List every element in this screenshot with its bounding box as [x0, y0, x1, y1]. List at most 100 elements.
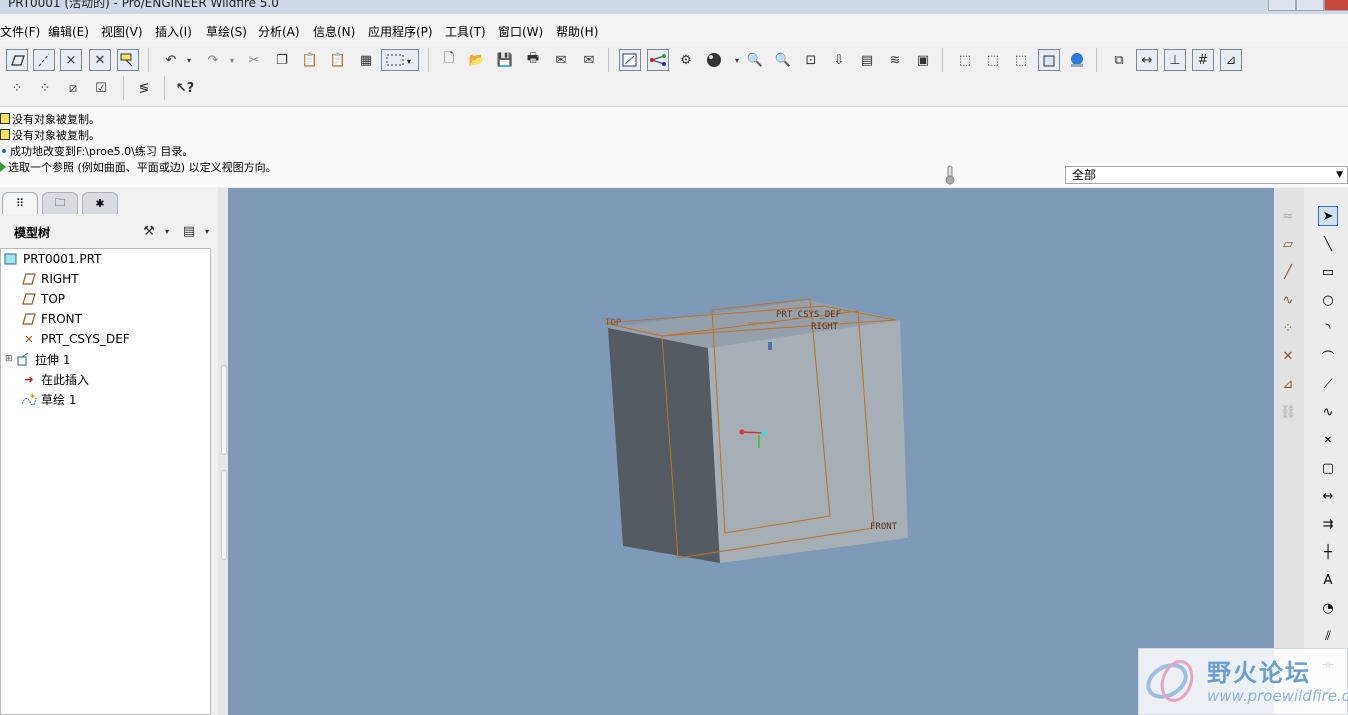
select-type-3-icon[interactable]: ⧄ — [62, 77, 84, 99]
tree-settings-dropdown-icon[interactable]: ▾ — [156, 220, 178, 242]
dimension-display-icon[interactable]: ↔ — [1136, 49, 1158, 71]
menu-applications[interactable]: 应用程序(P) — [368, 23, 433, 40]
spin-center-icon[interactable] — [647, 49, 669, 71]
menu-info[interactable]: 信息(N) — [313, 23, 355, 40]
tree-item-part[interactable]: PRT0001.PRT — [3, 250, 101, 268]
chamfer-tool-icon[interactable]: ⟋ — [1318, 374, 1338, 394]
select-pointer-icon[interactable]: ➤ — [1318, 206, 1338, 226]
analysis-tool-icon[interactable]: ≶ — [133, 77, 155, 99]
minimize-button[interactable] — [1268, 0, 1296, 11]
menu-view[interactable]: 视图(V) — [101, 23, 143, 40]
point-tool-icon[interactable]: ✕ — [1318, 430, 1338, 450]
analysis-feature-icon[interactable]: ⊿ — [1278, 374, 1298, 394]
menu-window[interactable]: 窗口(W) — [498, 23, 543, 40]
orient-mode-icon[interactable]: ⚙ — [675, 49, 697, 71]
reorient-icon[interactable]: ⇩ — [828, 49, 850, 71]
no-hidden-icon[interactable]: ⬚ — [1010, 49, 1032, 71]
context-help-icon[interactable]: ↖? — [174, 77, 196, 99]
splitter-grip[interactable] — [221, 470, 227, 560]
open-file-icon[interactable]: 📂 — [466, 49, 488, 71]
constraint-tool-icon[interactable]: ┼ — [1318, 542, 1338, 562]
annotation-display-icon[interactable] — [117, 49, 139, 71]
link-icon[interactable]: ⛓ — [1278, 402, 1298, 422]
saved-views-icon[interactable]: ▤ — [856, 49, 878, 71]
regenerate-icon[interactable]: ▦ — [355, 49, 377, 71]
menu-edit[interactable]: 编辑(E) — [48, 23, 89, 40]
line-tool-icon[interactable]: ╲ — [1318, 234, 1338, 254]
hidden-line-icon[interactable]: ⬚ — [982, 49, 1004, 71]
menu-insert[interactable]: 插入(I) — [155, 23, 192, 40]
arc-tool-icon[interactable]: ◝ — [1318, 318, 1338, 338]
select-type-2-icon[interactable]: ⁘ — [34, 77, 56, 99]
vertex-display-icon[interactable]: ⊿ — [1220, 49, 1242, 71]
rectangle-tool-icon[interactable]: ▭ — [1318, 262, 1338, 282]
shading-icon[interactable] — [1038, 49, 1060, 71]
tab-favorites[interactable]: ✱ — [82, 192, 118, 214]
select-type-1-icon[interactable]: ⁘ — [6, 77, 28, 99]
menu-analysis[interactable]: 分析(A) — [258, 23, 300, 40]
maximize-button[interactable] — [1296, 0, 1324, 11]
flyout-arrow-icon[interactable]: ▸ — [1340, 318, 1348, 338]
tree-item-extrude[interactable]: ⊞ 拉伸 1 — [5, 350, 70, 368]
menu-tools[interactable]: 工具(T) — [445, 23, 486, 40]
enhanced-realism-icon[interactable] — [1066, 49, 1088, 71]
palette-tool-icon[interactable]: ◔ — [1318, 598, 1338, 618]
datum-axis-display-icon[interactable] — [33, 49, 55, 71]
tree-item-csys[interactable]: ✕ PRT_CSYS_DEF — [21, 330, 129, 348]
view-manager-icon[interactable]: ▣ — [912, 49, 934, 71]
cut-icon[interactable]: ✂ — [243, 49, 265, 71]
datum-curve-display-icon[interactable]: ≈ — [1278, 206, 1298, 226]
datum-point-display-icon[interactable]: × — [60, 49, 82, 71]
refit-icon[interactable]: ⊡ — [800, 49, 822, 71]
undo-dropdown-icon[interactable]: ▾ — [178, 49, 200, 71]
selection-box-icon[interactable]: ▾ — [381, 49, 419, 71]
paste-icon[interactable]: 📋 — [299, 49, 321, 71]
dimension-tool-icon[interactable]: ↔ — [1318, 486, 1338, 506]
tree-item-sketch[interactable]: ✱ 草绘 1 — [21, 390, 76, 408]
circle-tool-icon[interactable]: ○ — [1318, 290, 1338, 310]
tab-model-tree[interactable]: ⠿ — [2, 192, 38, 214]
new-file-icon[interactable]: 🗋 — [438, 49, 460, 71]
zoom-in-icon[interactable]: 🔍 — [744, 49, 766, 71]
sketch-view-icon[interactable]: ⧉ — [1108, 49, 1130, 71]
graphics-window[interactable]: TOP PRT_CSYS_DEF RIGHT FRONT — [228, 188, 1274, 715]
menu-help[interactable]: 帮助(H) — [556, 23, 598, 40]
menu-file[interactable]: 文件(F) — [0, 23, 40, 40]
copy-icon[interactable]: ❐ — [271, 49, 293, 71]
menu-sketch[interactable]: 草绘(S) — [206, 23, 247, 40]
appearance-icon[interactable] — [703, 49, 725, 71]
datum-plane-tool-icon[interactable]: ▱ — [1278, 234, 1298, 254]
spline-tool-icon[interactable]: ∿ — [1318, 402, 1338, 422]
datum-curve-tool-icon[interactable]: ∿ — [1278, 290, 1298, 310]
close-button[interactable] — [1324, 0, 1348, 11]
select-type-4-icon[interactable]: ☑ — [90, 77, 112, 99]
repaint-icon[interactable] — [619, 49, 641, 71]
datum-plane-display-icon[interactable] — [6, 49, 28, 71]
selection-filter-select[interactable]: 全部 ▼ — [1065, 166, 1348, 184]
tab-folder-browser[interactable]: 🗀 — [42, 192, 78, 214]
paste-special-icon[interactable]: 📋 — [327, 49, 349, 71]
constraint-display-icon[interactable]: ⊥ — [1164, 49, 1186, 71]
trim-tool-icon[interactable]: ⫽ — [1318, 626, 1338, 646]
text-tool-icon[interactable]: A — [1318, 570, 1338, 590]
email-icon[interactable]: ✉ — [550, 49, 572, 71]
csys-tool-icon[interactable]: ✕ — [1278, 346, 1298, 366]
offset-tool-icon[interactable]: ▢ — [1318, 458, 1338, 478]
show-menu-dropdown-icon[interactable]: ▾ — [196, 220, 218, 242]
email-link-icon[interactable]: ✉ — [578, 49, 600, 71]
zoom-out-icon[interactable]: 🔍 — [772, 49, 794, 71]
expand-icon[interactable]: ⊞ — [5, 354, 15, 364]
layers-icon[interactable]: ≋ — [884, 49, 906, 71]
splitter-grip[interactable] — [221, 365, 227, 455]
grid-display-icon[interactable]: # — [1192, 49, 1214, 71]
print-icon[interactable]: 🖶 — [522, 49, 544, 71]
fillet-tool-icon[interactable]: ⌒ — [1318, 346, 1338, 366]
datum-axis-tool-icon[interactable]: ╱ — [1278, 262, 1298, 282]
csys-display-icon[interactable]: ✕ — [89, 49, 111, 71]
modify-tool-icon[interactable]: ⇉ — [1318, 514, 1338, 534]
tree-item-front[interactable]: FRONT — [21, 310, 82, 328]
tree-item-insert-here[interactable]: ➜ 在此插入 — [21, 370, 89, 388]
tree-item-right[interactable]: RIGHT — [21, 270, 79, 288]
tree-item-top[interactable]: TOP — [21, 290, 65, 308]
redo-dropdown-icon[interactable]: ▾ — [221, 49, 243, 71]
